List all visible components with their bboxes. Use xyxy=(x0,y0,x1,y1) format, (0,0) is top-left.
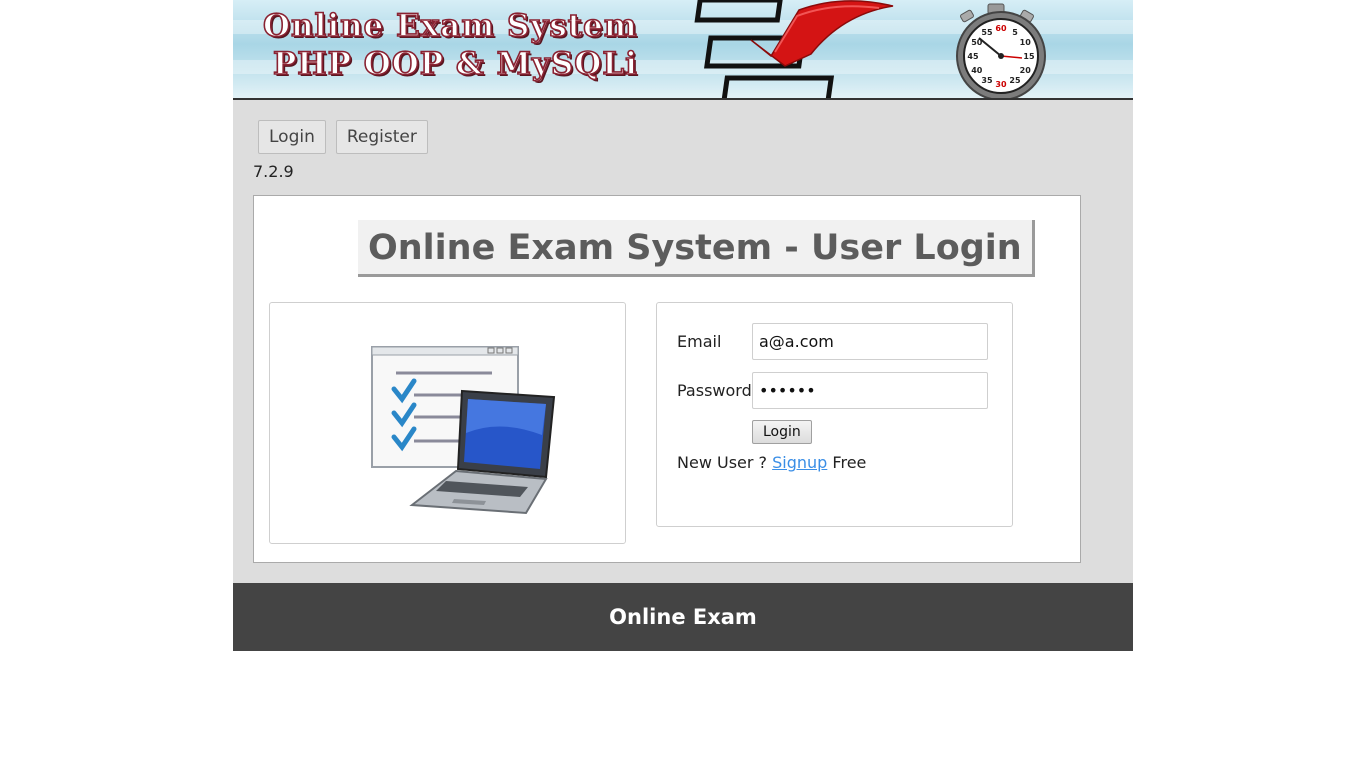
stopwatch-number: 30 xyxy=(995,80,1007,89)
stopwatch-number: 40 xyxy=(971,66,983,75)
password-field[interactable]: •••••• xyxy=(752,372,988,409)
signup-link[interactable]: Signup xyxy=(772,453,827,472)
page-title: Online Exam System - User Login xyxy=(358,220,1035,277)
stopwatch-number: 25 xyxy=(1009,76,1021,85)
page-wrapper: Online Exam System PHP OOP & MySQLi 60 5 1… xyxy=(233,0,1133,651)
signup-prefix: New User ? xyxy=(677,453,768,472)
version-text: 7.2.9 xyxy=(253,162,294,181)
header-banner: Online Exam System PHP OOP & MySQLi 60 5 1… xyxy=(233,0,1133,100)
email-row: Email a@a.com xyxy=(677,323,988,360)
stopwatch-number: 5 xyxy=(1012,28,1018,37)
stopwatch-number: 10 xyxy=(1020,38,1032,47)
signup-line: New User ? Signup Free xyxy=(677,453,866,472)
checkbox-checkmark-icon xyxy=(694,0,894,98)
email-label: Email xyxy=(677,332,722,351)
main-content: Login Register 7.2.9 Online Exam System … xyxy=(233,100,1133,583)
top-nav: Login Register xyxy=(258,120,428,154)
banner-title-line2: PHP OOP & MySQLi xyxy=(272,45,638,83)
password-row: Password •••••• xyxy=(677,372,988,409)
stopwatch-number: 45 xyxy=(967,52,979,61)
password-label: Password xyxy=(677,381,752,400)
stopwatch-number: 35 xyxy=(981,76,993,85)
login-container: Online Exam System - User Login Email a@… xyxy=(253,195,1081,563)
signup-suffix: Free xyxy=(832,453,867,472)
login-form-panel: Email a@a.com Password •••••• Login New … xyxy=(656,302,1013,527)
email-field[interactable]: a@a.com xyxy=(752,323,988,360)
stopwatch-number: 55 xyxy=(981,28,993,37)
banner-title-line1: Online Exam System xyxy=(262,7,638,45)
login-submit-button[interactable]: Login xyxy=(752,420,812,444)
illustration-panel xyxy=(269,302,626,544)
footer-text: Online Exam xyxy=(609,605,757,629)
footer: Online Exam xyxy=(233,583,1133,651)
stopwatch-number: 20 xyxy=(1020,66,1032,75)
stopwatch-number: 60 xyxy=(995,24,1007,33)
stopwatch-icon: 60 510152025303540455055 xyxy=(956,3,1046,98)
nav-register-button[interactable]: Register xyxy=(335,120,428,154)
checklist-laptop-icon xyxy=(371,346,556,515)
stopwatch-number: 15 xyxy=(1023,52,1035,61)
nav-login-button[interactable]: Login xyxy=(258,120,326,154)
